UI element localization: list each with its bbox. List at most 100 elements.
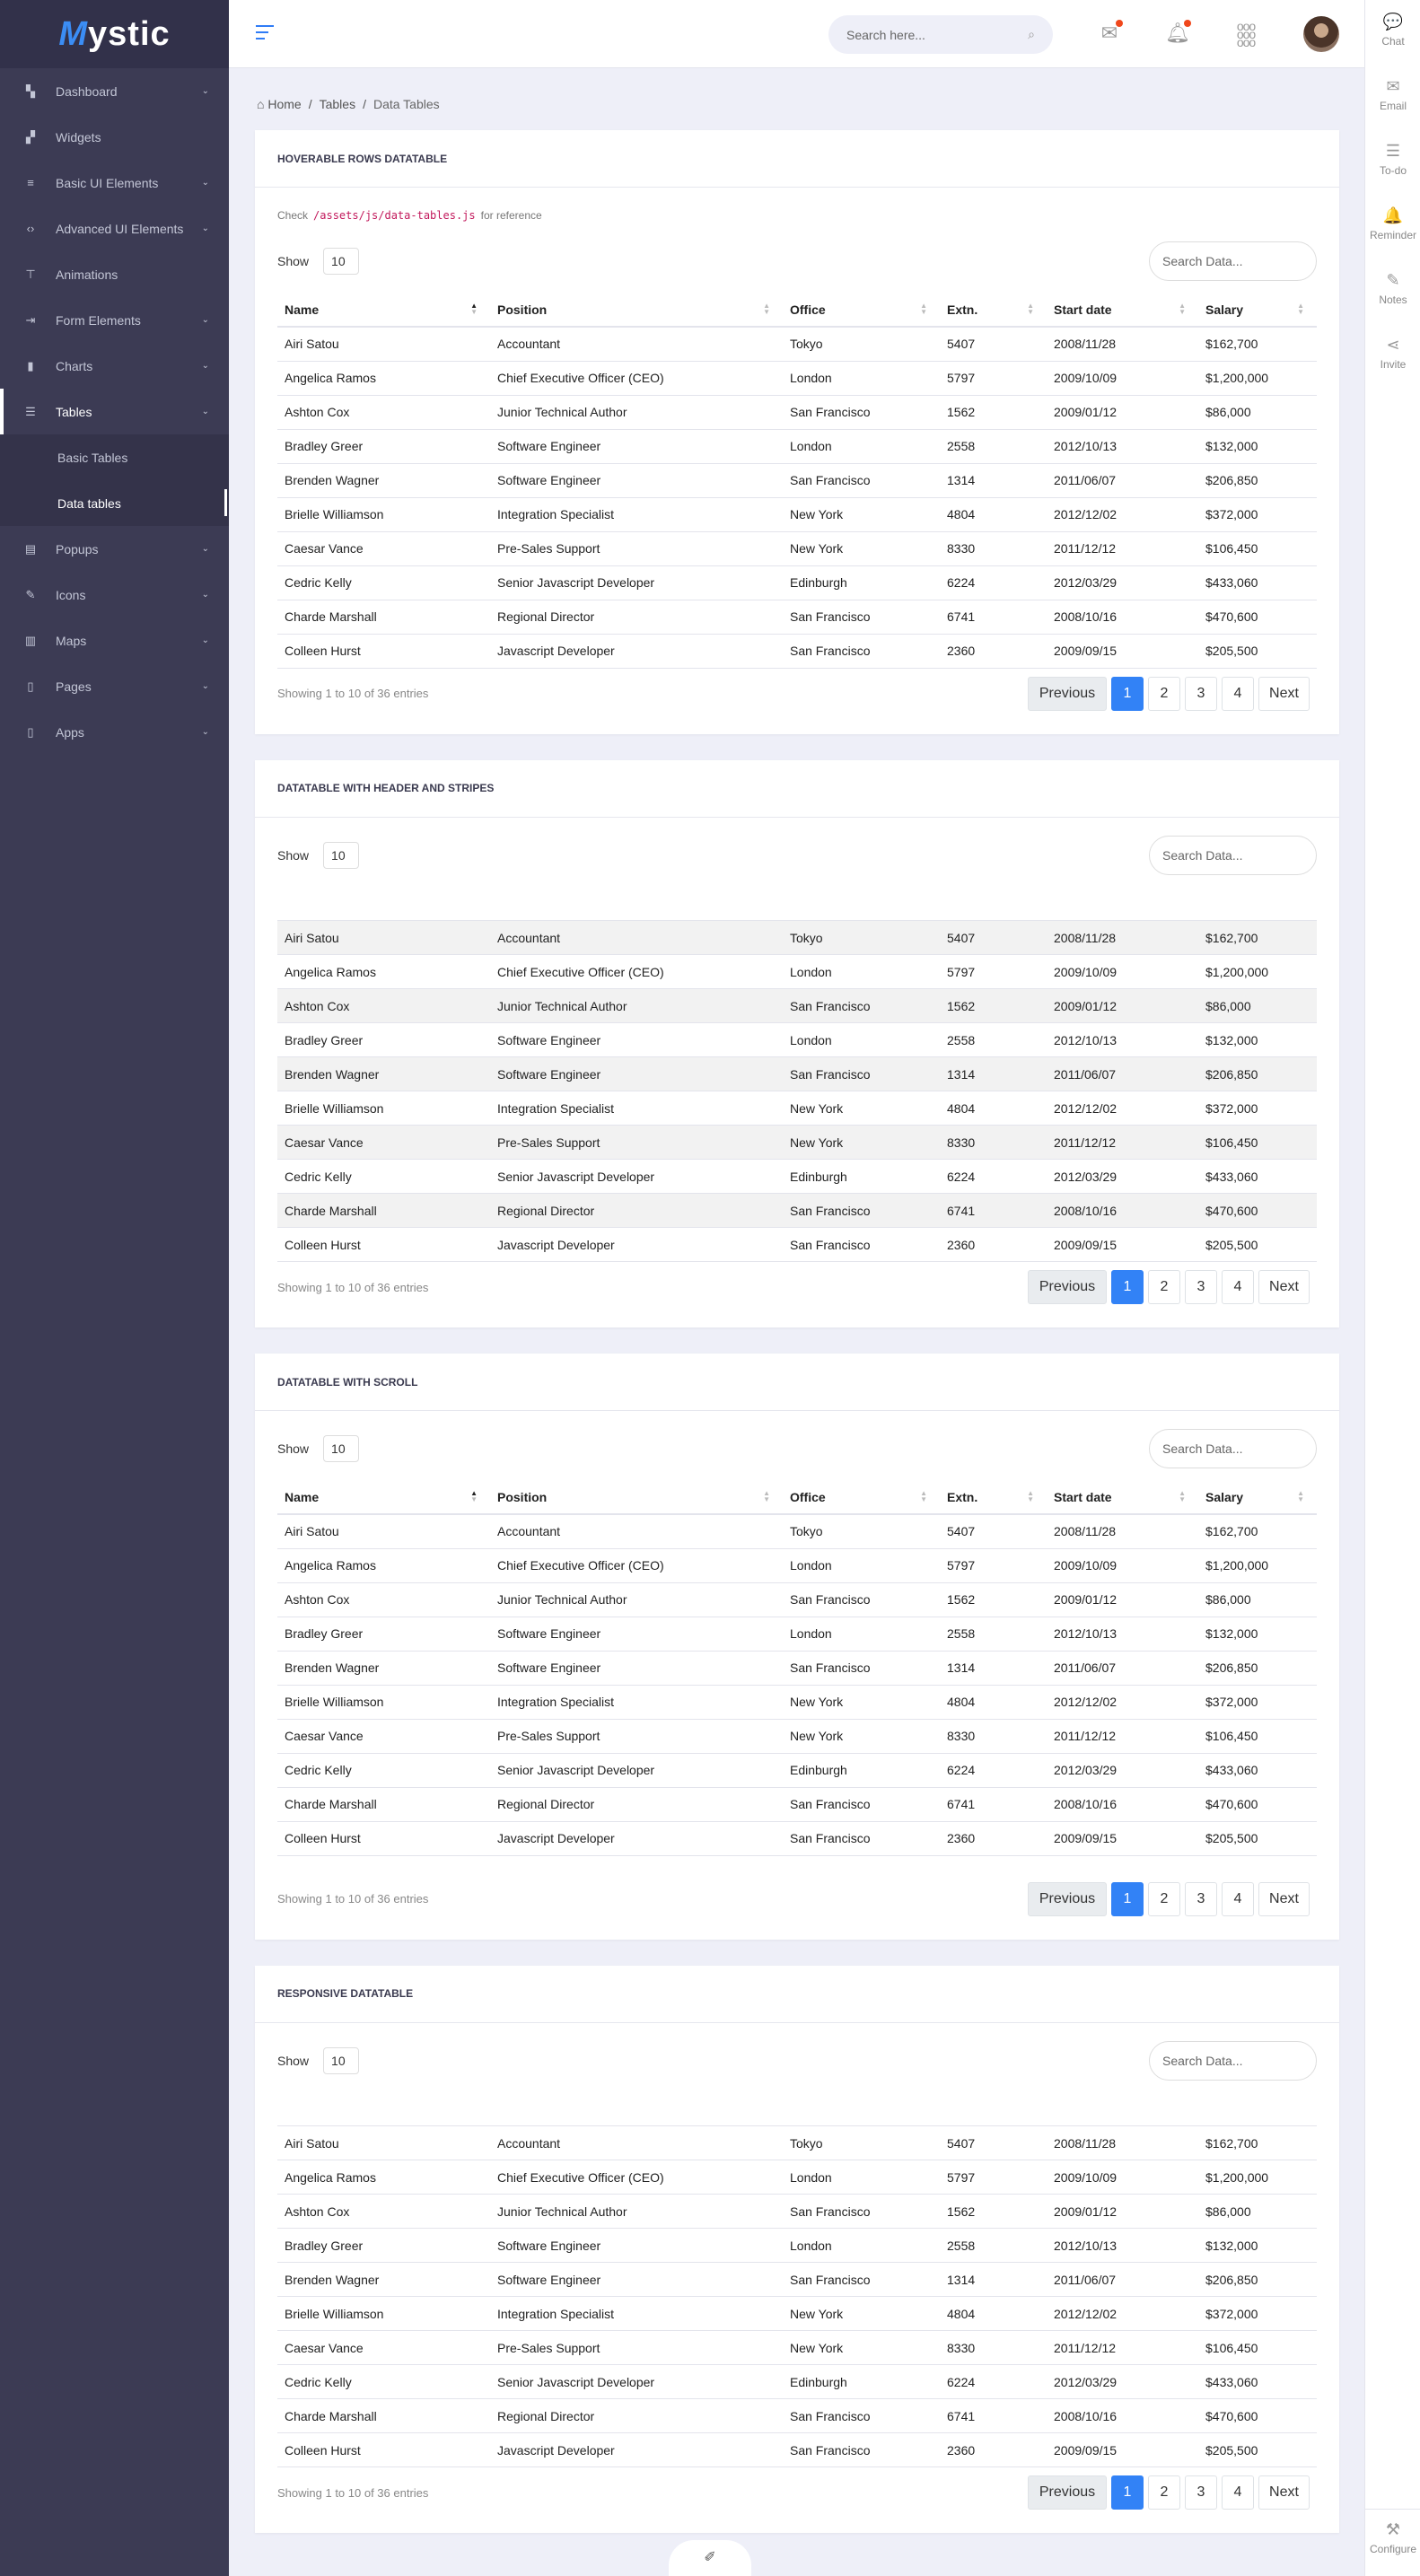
table-row[interactable]: Caesar Vance Pre-Sales Support New York 833…: [277, 2330, 1317, 2365]
table-wrapper[interactable]: Name ▲ ▼ Position ▲ ▼ Office ▲ ▼ Extn. ▲ ▼ Start dat…: [277, 1480, 1317, 1874]
sidebar-item-advanced-ui-elements[interactable]: ‹› Advanced UI Elements ⌄: [0, 206, 229, 251]
column-header[interactable]: Salary ▲ ▼: [1198, 293, 1317, 328]
table-row[interactable]: Ashton Cox Junior Technical Author San Fra…: [277, 1582, 1317, 1617]
right-panel-to-do[interactable]: ☰ To-do: [1365, 142, 1420, 177]
previous-button[interactable]: Previous: [1028, 1270, 1107, 1304]
table-row[interactable]: Bradley Greer Software Engineer London 2558…: [277, 1022, 1317, 1057]
column-header[interactable]: Office ▲ ▼: [783, 1480, 940, 1515]
next-button[interactable]: Next: [1258, 1881, 1310, 1916]
column-header[interactable]: Office ▲ ▼: [783, 293, 940, 328]
next-button[interactable]: Next: [1258, 1270, 1310, 1304]
column-header[interactable]: Extn. ▲ ▼: [940, 293, 1047, 328]
table-row[interactable]: Colleen Hurst Javascript Developer San Fra…: [277, 634, 1317, 669]
table-row[interactable]: Colleen Hurst Javascript Developer San Fra…: [277, 1227, 1317, 1262]
table-row[interactable]: Cedric Kelly Senior Javascript Developer E…: [277, 565, 1317, 600]
page-1-button[interactable]: 1: [1111, 1270, 1144, 1304]
table-row[interactable]: Angelica Ramos Chief Executive Officer (C…: [277, 2160, 1317, 2195]
column-header[interactable]: Start date ▲ ▼: [1047, 293, 1198, 328]
sidebar-item-dashboard[interactable]: ▚ Dashboard ⌄: [0, 68, 229, 114]
page-4-button[interactable]: 4: [1222, 1270, 1254, 1304]
table-row[interactable]: Cedric Kelly Senior Javascript Developer E…: [277, 1159, 1317, 1194]
page-3-button[interactable]: 3: [1185, 1881, 1217, 1916]
page-3-button[interactable]: 3: [1185, 676, 1217, 711]
bell-icon[interactable]: 🔔︎: [1164, 20, 1191, 47]
table-search-input[interactable]: Search Data...: [1149, 1429, 1317, 1468]
right-panel-email[interactable]: ✉ Email: [1365, 77, 1420, 112]
table-row[interactable]: Brenden Wagner Software Engineer San Franc…: [277, 463, 1317, 498]
table-row[interactable]: Colleen Hurst Javascript Developer San Fra…: [277, 2432, 1317, 2467]
table-search-input[interactable]: Search Data...: [1149, 2040, 1317, 2081]
table-row[interactable]: Angelica Ramos Chief Executive Officer (C…: [277, 954, 1317, 989]
column-header[interactable]: Salary ▲ ▼: [1198, 1480, 1317, 1515]
sidebar-item-maps[interactable]: ▥ Maps ⌄: [0, 618, 229, 663]
entries-select[interactable]: 10: [323, 1435, 360, 1462]
table-row[interactable]: Charde Marshall Regional Director San Fran…: [277, 600, 1317, 635]
column-header[interactable]: Name ▲ ▼: [277, 1480, 490, 1515]
table-row[interactable]: Cedric Kelly Senior Javascript Developer E…: [277, 2364, 1317, 2399]
breadcrumb-tables[interactable]: Tables: [320, 97, 355, 111]
sidebar-item-apps[interactable]: ▯ Apps ⌄: [0, 709, 229, 755]
table-row[interactable]: Airi Satou Accountant Tokyo 5407 2008/11/28 $…: [277, 327, 1317, 362]
entries-select[interactable]: 10: [323, 841, 360, 869]
page-2-button[interactable]: 2: [1148, 1881, 1180, 1916]
table-row[interactable]: Bradley Greer Software Engineer London 2558…: [277, 1617, 1317, 1652]
table-search-input[interactable]: Search Data...: [1149, 241, 1317, 281]
mail-icon[interactable]: ✉: [1096, 20, 1123, 47]
table-row[interactable]: Brielle Williamson Integration Specialist…: [277, 1685, 1317, 1720]
sidebar-subitem[interactable]: Data tables: [0, 480, 229, 526]
column-header[interactable]: Position ▲ ▼: [490, 1480, 783, 1515]
table-row[interactable]: Airi Satou Accountant Tokyo 5407 2008/11/28 $…: [277, 2125, 1317, 2160]
page-4-button[interactable]: 4: [1222, 676, 1254, 711]
logo[interactable]: Mystic: [0, 0, 229, 68]
table-row[interactable]: Brielle Williamson Integration Specialist…: [277, 497, 1317, 532]
right-panel-chat[interactable]: 💬 Chat: [1365, 13, 1420, 48]
next-button[interactable]: Next: [1258, 676, 1310, 711]
breadcrumb-home[interactable]: ⌂ Home: [257, 97, 302, 111]
page-4-button[interactable]: 4: [1222, 2475, 1254, 2510]
table-row[interactable]: Ashton Cox Junior Technical Author San Fra…: [277, 2194, 1317, 2229]
table-row[interactable]: Charde Marshall Regional Director San Fran…: [277, 1193, 1317, 1228]
page-1-button[interactable]: 1: [1111, 1881, 1144, 1916]
sidebar-item-pages[interactable]: ▯ Pages ⌄: [0, 663, 229, 709]
avatar[interactable]: [1303, 16, 1339, 52]
page-2-button[interactable]: 2: [1148, 1270, 1180, 1304]
sidebar-item-basic-ui-elements[interactable]: ≡ Basic UI Elements ⌄: [0, 160, 229, 206]
theme-customizer-tab[interactable]: ✐: [669, 2540, 751, 2576]
previous-button[interactable]: Previous: [1028, 1881, 1107, 1916]
table-row[interactable]: Caesar Vance Pre-Sales Support New York 833…: [277, 1719, 1317, 1754]
sidebar-subitem[interactable]: Basic Tables: [0, 434, 229, 480]
table-row[interactable]: Angelica Ramos Chief Executive Officer (C…: [277, 361, 1317, 396]
global-search-input[interactable]: Search here... ⌕: [828, 15, 1053, 54]
entries-select[interactable]: 10: [323, 2046, 360, 2074]
right-panel-notes[interactable]: ✎ Notes: [1365, 271, 1420, 306]
table-row[interactable]: Brielle Williamson Integration Specialist…: [277, 2296, 1317, 2331]
previous-button[interactable]: Previous: [1028, 676, 1107, 711]
table-row[interactable]: Charde Marshall Regional Director San Fran…: [277, 1787, 1317, 1822]
sidebar-item-charts[interactable]: ▮ Charts ⌄: [0, 343, 229, 389]
column-header[interactable]: Extn. ▲ ▼: [940, 1480, 1047, 1515]
right-panel-invite[interactable]: ⋖ Invite: [1365, 336, 1420, 371]
page-4-button[interactable]: 4: [1222, 1881, 1254, 1916]
page-1-button[interactable]: 1: [1111, 2475, 1144, 2510]
sidebar-item-icons[interactable]: ✎ Icons ⌄: [0, 572, 229, 618]
page-2-button[interactable]: 2: [1148, 676, 1180, 711]
next-button[interactable]: Next: [1258, 2475, 1310, 2510]
column-header[interactable]: Start date ▲ ▼: [1047, 1480, 1198, 1515]
table-row[interactable]: Bradley Greer Software Engineer London 2558…: [277, 429, 1317, 464]
table-row[interactable]: Caesar Vance Pre-Sales Support New York 833…: [277, 531, 1317, 566]
column-header[interactable]: Name ▲ ▼: [277, 293, 490, 328]
table-row[interactable]: Ashton Cox Junior Technical Author San Fra…: [277, 395, 1317, 430]
sidebar-item-tables[interactable]: ☰ Tables ⌄: [0, 389, 229, 434]
table-row[interactable]: Brenden Wagner Software Engineer San Franc…: [277, 1651, 1317, 1686]
table-row[interactable]: Colleen Hurst Javascript Developer San Fra…: [277, 1821, 1317, 1856]
table-row[interactable]: Cedric Kelly Senior Javascript Developer E…: [277, 1753, 1317, 1788]
table-row[interactable]: Brenden Wagner Software Engineer San Franc…: [277, 1056, 1317, 1091]
configure-button[interactable]: ⚒ Configure: [1365, 2520, 1420, 2555]
right-panel-reminder[interactable]: 🔔 Reminder: [1365, 206, 1420, 241]
table-row[interactable]: Caesar Vance Pre-Sales Support New York 833…: [277, 1125, 1317, 1160]
page-3-button[interactable]: 3: [1185, 1270, 1217, 1304]
page-3-button[interactable]: 3: [1185, 2475, 1217, 2510]
sidebar-item-widgets[interactable]: ▞ Widgets: [0, 114, 229, 160]
table-row[interactable]: Brielle Williamson Integration Specialist…: [277, 1091, 1317, 1126]
table-row[interactable]: Airi Satou Accountant Tokyo 5407 2008/11/28 $…: [277, 1514, 1317, 1549]
